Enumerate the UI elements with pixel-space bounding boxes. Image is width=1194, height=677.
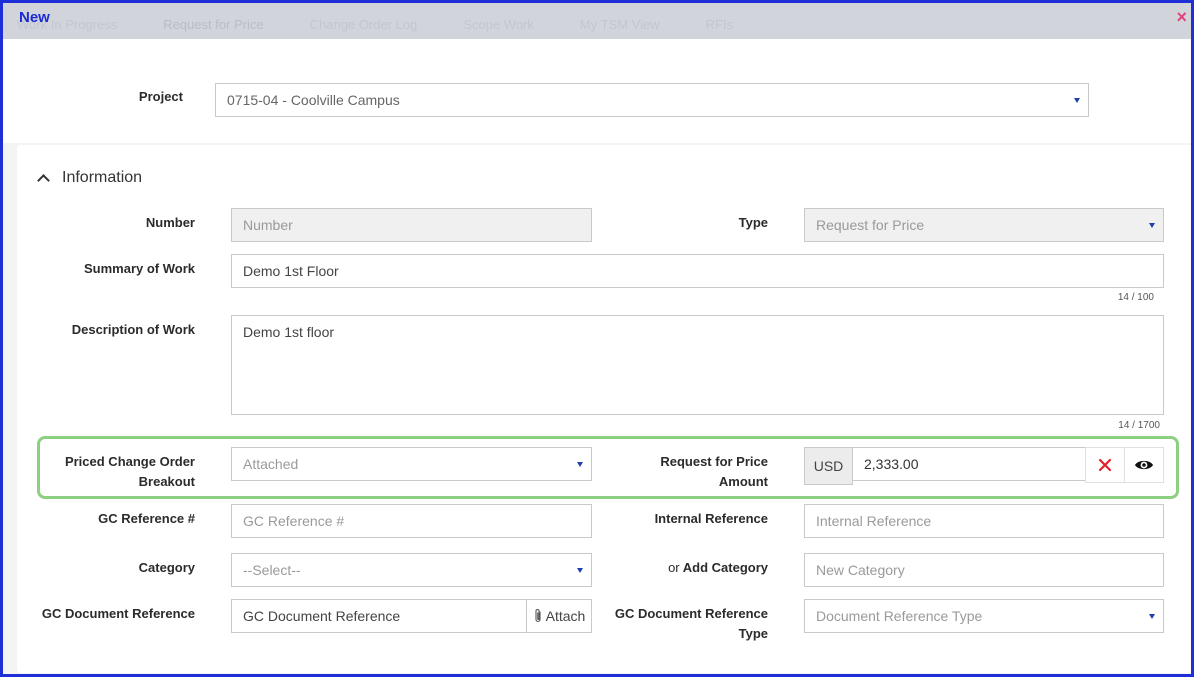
category-value: --Select-- [243,562,301,578]
dialog-window: Work In Progress Request for Price Chang… [0,0,1194,677]
information-section-toggle[interactable]: Information [37,169,143,187]
description-counter: 14 / 1700 [1118,420,1160,431]
type-label: Type [738,215,768,230]
rfp-amount-label: Request for Price Amount [603,452,768,492]
gc-document-reference-type-line1: GC Document Reference [614,606,768,621]
chevron-up-icon [37,174,50,187]
summary-label: Summary of Work [83,261,195,276]
gc-document-reference-type-label: GC Document Reference Type [603,604,768,644]
gc-reference-input[interactable]: GC Reference # [231,504,592,538]
project-select[interactable]: 0715-04 - Coolville Campus [215,83,1089,117]
description-value: Demo 1st floor [243,324,335,340]
description-label: Description of Work [71,322,195,337]
add-category-prefix: or [668,560,680,575]
chevron-down-icon [569,554,591,586]
gc-document-reference-input[interactable]: GC Document Reference [231,599,530,633]
dialog-title: New [19,9,50,26]
view-amount-button[interactable] [1124,447,1164,483]
dialog-titlebar: Work In Progress Request for Price Chang… [3,3,1191,39]
summary-counter: 14 / 100 [1117,292,1154,303]
gc-document-reference-label: GC Document Reference [41,606,195,621]
rfp-amount-label-line1: Request for Price [660,454,768,469]
project-value: 0715-04 - Coolville Campus [227,92,400,108]
chevron-down-icon [1066,84,1088,116]
rfp-amount-label-line2: Amount [718,474,768,489]
category-label: Category [138,560,195,575]
add-category-label: or Add Category [603,558,768,578]
add-category-label-text: Add Category [682,560,768,575]
attach-button[interactable]: Attach [526,599,592,633]
type-value: Request for Price [816,217,925,233]
number-placeholder: Number [243,217,293,233]
background-tab: Request for Price [163,17,264,32]
summary-value: Demo 1st Floor [243,263,339,279]
clear-amount-button[interactable] [1085,447,1125,483]
rfp-amount-input[interactable]: 2,333.00 [852,447,1086,481]
number-label: Number [145,215,195,230]
description-textarea[interactable]: Demo 1st floor [231,315,1164,415]
pco-breakout-label: Priced Change Order Breakout [33,452,195,492]
background-tabs: Work In Progress Request for Price Chang… [17,17,733,32]
eye-icon [1135,460,1153,470]
category-select[interactable]: --Select-- [231,553,592,587]
chevron-down-icon [1141,600,1163,632]
chevron-down-icon [569,448,591,480]
new-category-input[interactable]: New Category [804,553,1164,587]
pco-breakout-select[interactable]: Attached [231,447,592,481]
background-tab: Scope Work [463,17,534,32]
background-tab: My TSM View [579,17,660,32]
section-title: Information [62,169,143,186]
close-icon[interactable]: × [1176,8,1187,26]
pco-breakout-label-line1: Priced Change Order [64,454,195,469]
gc-document-reference-placeholder: GC Document Reference [243,608,401,624]
gc-document-reference-type-line2: Type [738,626,768,641]
internal-reference-label: Internal Reference [654,511,768,526]
chevron-down-icon [1141,209,1163,241]
paperclip-icon [535,609,541,623]
number-input[interactable]: Number [231,208,592,242]
document-reference-type-value: Document Reference Type [816,608,983,624]
project-panel: Project 0715-04 - Coolville Campus [3,39,1191,143]
internal-reference-input[interactable]: Internal Reference [804,504,1164,538]
project-label: Project [138,89,183,104]
gc-reference-label: GC Reference # [98,511,195,526]
attach-label: Attach [545,608,586,624]
summary-input[interactable]: Demo 1st Floor [231,254,1164,288]
pco-breakout-label-line2: Breakout [138,474,195,489]
type-select[interactable]: Request for Price [804,208,1164,242]
background-tab: Change Order Log [309,17,418,32]
document-reference-type-select[interactable]: Document Reference Type [804,599,1164,633]
pco-breakout-value: Attached [243,456,299,472]
internal-reference-placeholder: Internal Reference [816,513,932,529]
new-category-placeholder: New Category [816,562,905,578]
background-tab: RFIs [705,17,734,32]
rfp-amount-value: 2,333.00 [864,456,919,472]
clear-icon [1098,458,1112,472]
gc-reference-placeholder: GC Reference # [243,513,345,529]
currency-badge: USD [804,447,853,485]
